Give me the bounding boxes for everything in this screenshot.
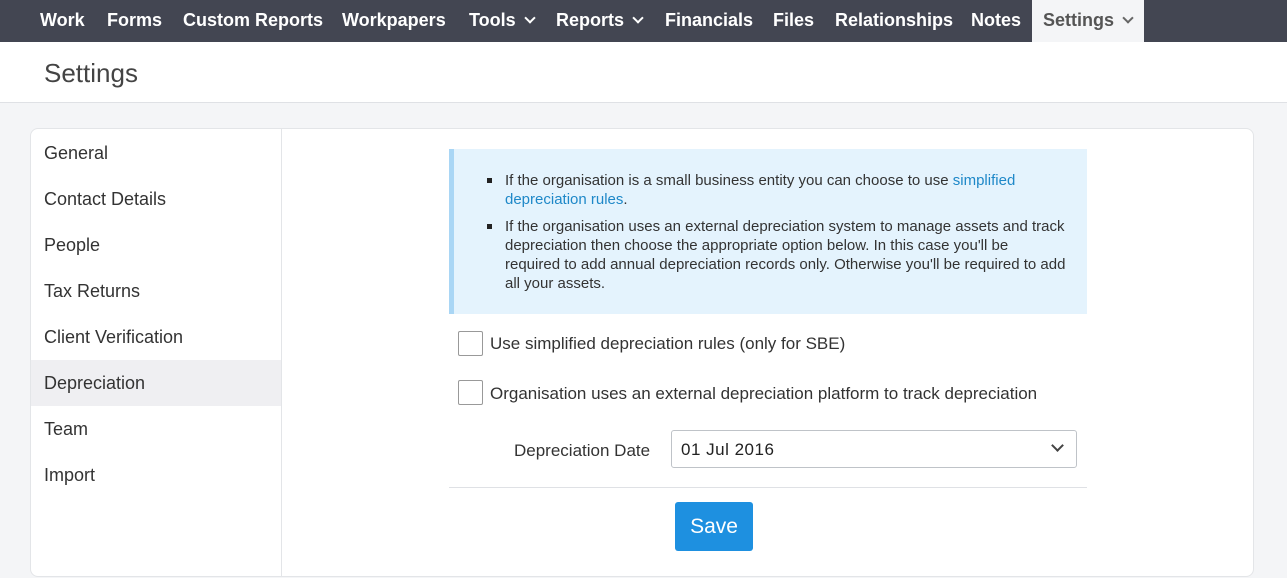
info-list: If the organisation is a small business … — [487, 171, 1067, 293]
nav-financials-label: Financials — [665, 10, 754, 30]
external-platform-label[interactable]: Organisation uses an external depreciati… — [490, 384, 1037, 404]
nav-financials[interactable]: Financials — [665, 0, 753, 42]
nav-forms-label: Forms — [107, 10, 163, 30]
nav-files-label: Files — [773, 10, 815, 30]
nav-custom-reports[interactable]: Custom Reports — [183, 0, 323, 42]
info-bullet-end: . — [623, 191, 628, 208]
nav-work[interactable]: Work — [40, 0, 85, 42]
nav-relationships-label: Relationships — [835, 10, 954, 30]
nav-settings[interactable]: Settings — [1032, 0, 1144, 42]
sidebar-item-client-verification[interactable]: Client Verification — [31, 314, 281, 360]
chevron-down-icon — [1051, 439, 1064, 452]
save-button[interactable]: Save — [675, 502, 753, 551]
sidebar-item-tax-returns[interactable]: Tax Returns — [31, 268, 281, 314]
nav-workpapers[interactable]: Workpapers — [342, 0, 446, 42]
nav-relationships[interactable]: Relationships — [835, 0, 953, 42]
info-bullet-sbe: If the organisation is a small business … — [487, 171, 1067, 209]
sidebar-item-contact-details[interactable]: Contact Details — [31, 176, 281, 222]
nav-forms[interactable]: Forms — [107, 0, 162, 42]
nav-workpapers-label: Workpapers — [342, 10, 446, 30]
nav-reports[interactable]: Reports — [556, 0, 644, 42]
sidebar-item-team[interactable]: Team — [31, 406, 281, 452]
info-bullet-text: If the organisation is a small business … — [505, 172, 953, 189]
sidebar-item-label: Depreciation — [44, 373, 146, 393]
sidebar-item-label: Contact Details — [44, 189, 167, 209]
sidebar-item-label: General — [44, 143, 109, 163]
sidebar-item-label: Import — [44, 465, 96, 485]
sidebar-item-general[interactable]: General — [31, 130, 281, 176]
nav-tools-label: Tools — [469, 10, 516, 30]
external-platform-checkbox[interactable] — [458, 380, 483, 405]
page-title: Settings — [44, 58, 138, 88]
form-divider — [449, 487, 1087, 488]
settings-sidebar: General Contact Details People Tax Retur… — [31, 129, 282, 576]
chevron-down-icon — [524, 12, 536, 24]
nav-files[interactable]: Files — [773, 0, 814, 42]
nav-reports-label: Reports — [556, 10, 625, 30]
nav-notes[interactable]: Notes — [971, 0, 1021, 42]
sidebar-item-import[interactable]: Import — [31, 452, 281, 498]
nav-custom-reports-label: Custom Reports — [183, 10, 324, 30]
nav-work-label: Work — [40, 10, 85, 30]
sidebar-item-label: Tax Returns — [44, 281, 141, 301]
sidebar-item-depreciation[interactable]: Depreciation — [31, 360, 281, 406]
top-navigation: Work Forms Custom Reports Workpapers Too… — [0, 0, 1287, 42]
sidebar-item-label: People — [44, 235, 101, 255]
chevron-down-icon — [632, 12, 644, 24]
simplified-rules-checkbox[interactable] — [458, 331, 483, 356]
depreciation-date-label: Depreciation Date — [514, 441, 651, 460]
simplified-rules-label[interactable]: Use simplified depreciation rules (only … — [490, 334, 845, 354]
chevron-down-icon — [1122, 12, 1134, 24]
info-bullet-external: If the organisation uses an external dep… — [487, 218, 1066, 292]
page-header: Settings — [0, 42, 1287, 103]
depreciation-date-select[interactable]: 01 Jul 2016 — [671, 430, 1077, 468]
sidebar-item-label: Client Verification — [44, 327, 184, 347]
nav-settings-label: Settings — [1043, 10, 1115, 30]
depreciation-date-value: 01 Jul 2016 — [681, 440, 775, 459]
sidebar-item-label: Team — [44, 419, 89, 439]
nav-notes-label: Notes — [971, 10, 1022, 30]
info-panel: If the organisation is a small business … — [449, 149, 1087, 314]
settings-card: General Contact Details People Tax Retur… — [30, 128, 1254, 577]
sidebar-item-people[interactable]: People — [31, 222, 281, 268]
nav-tools[interactable]: Tools — [469, 0, 536, 42]
